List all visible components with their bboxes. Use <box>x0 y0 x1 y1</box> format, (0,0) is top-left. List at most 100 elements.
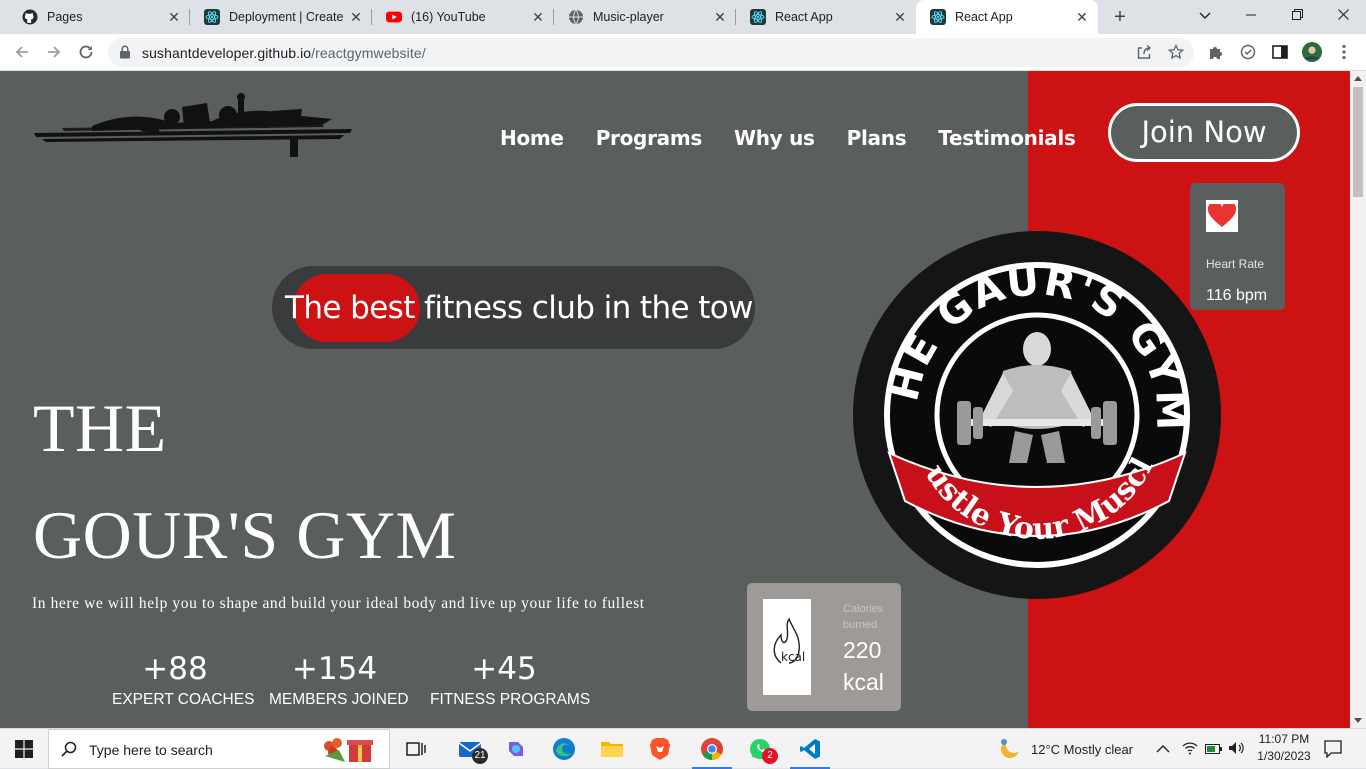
windows-taskbar: Type here to search 21 2 12°C Mostly cle… <box>0 728 1366 769</box>
task-view-icon[interactable] <box>392 729 440 769</box>
reload-icon[interactable] <box>74 40 98 64</box>
stat-caption: MEMBERS JOINED <box>269 691 409 708</box>
gym-logo-emblem: THE GAUR'S GYM Hustle Your Muscle <box>838 195 1221 599</box>
stat-members-joined: +154 MEMBERS JOINED <box>269 651 409 709</box>
tab-title: Pages <box>47 10 83 24</box>
copilot-app-icon[interactable] <box>492 729 540 769</box>
site-logo[interactable] <box>32 93 354 163</box>
youtube-icon <box>386 9 402 25</box>
taskbar-search-box[interactable]: Type here to search <box>48 729 390 769</box>
hero-title-line1: THE <box>33 390 167 466</box>
vscode-icon[interactable] <box>786 729 834 769</box>
tab-title: Music-player <box>593 10 664 24</box>
close-icon[interactable]: ✕ <box>892 9 908 25</box>
scroll-down-arrow-icon[interactable] <box>1354 718 1362 723</box>
close-icon[interactable]: ✕ <box>348 9 364 25</box>
main-nav: Home Programs Why us Plans Testimonials <box>500 126 1076 150</box>
calories-value: 220 kcal <box>843 637 884 695</box>
nav-why-us[interactable]: Why us <box>734 126 815 150</box>
tab-pages[interactable]: Pages ✕ <box>8 0 190 34</box>
clock-date[interactable]: 1/30/2023 <box>1255 749 1313 763</box>
tab-react-app-1[interactable]: React App ✕ <box>736 0 916 34</box>
react-icon <box>750 9 766 25</box>
tab-title: (16) YouTube <box>411 10 486 24</box>
nav-home[interactable]: Home <box>500 126 564 150</box>
scrollbar-thumb[interactable] <box>1353 87 1363 197</box>
share-icon[interactable] <box>1134 42 1154 62</box>
address-bar[interactable]: sushantdeveloper.github.io/reactgymwebsi… <box>108 38 1194 67</box>
tab-title: React App <box>775 10 833 24</box>
new-tab-button[interactable]: + <box>1108 5 1132 29</box>
nav-plans[interactable]: Plans <box>847 126 907 150</box>
tray-overflow-chevron-icon[interactable] <box>1156 741 1170 759</box>
tab-title: React App <box>955 10 1013 24</box>
gift-flowers-icon[interactable] <box>317 734 377 769</box>
close-icon[interactable]: ✕ <box>712 9 728 25</box>
close-window-button[interactable] <box>1320 0 1366 30</box>
whatsapp-icon[interactable]: 2 <box>736 729 784 769</box>
page-viewport: Home Programs Why us Plans Testimonials … <box>0 71 1350 728</box>
stat-caption: FITNESS PROGRAMS <box>430 691 591 708</box>
clock-time[interactable]: 11:07 PM <box>1257 732 1311 746</box>
stat-number: +88 <box>142 651 208 687</box>
tab-react-app-active[interactable]: React App ✕ <box>916 0 1098 34</box>
weather-text[interactable]: 12°C Mostly clear <box>1031 742 1133 757</box>
tab-search-chevron-icon[interactable] <box>1182 0 1228 30</box>
lock-icon[interactable] <box>119 45 133 59</box>
windows-start-button[interactable] <box>0 729 48 769</box>
back-arrow-icon[interactable] <box>10 40 34 64</box>
close-icon[interactable]: ✕ <box>1074 9 1090 25</box>
heart-icon <box>1206 200 1238 232</box>
notification-center-icon[interactable] <box>1324 740 1342 763</box>
hero-badge: The best fitness club in the town <box>272 266 755 349</box>
browser-tab-strip: Pages ✕ Deployment | Create R ✕ (16) You… <box>0 0 1366 34</box>
wifi-icon[interactable] <box>1182 741 1198 760</box>
extensions-puzzle-icon[interactable] <box>1206 42 1226 62</box>
nav-testimonials[interactable]: Testimonials <box>938 126 1076 150</box>
chrome-browser-icon[interactable] <box>688 729 736 769</box>
brave-browser-icon[interactable] <box>636 729 684 769</box>
volume-icon[interactable] <box>1228 741 1246 760</box>
tab-music-player[interactable]: Music-player ✕ <box>554 0 736 34</box>
battery-icon[interactable] <box>1205 742 1223 760</box>
calories-label: Calories burned <box>843 603 884 631</box>
tab-deployment[interactable]: Deployment | Create R ✕ <box>190 0 372 34</box>
browser-toolbar: sushantdeveloper.github.io/reactgymwebsi… <box>0 34 1366 71</box>
stat-expert-coaches: +88 EXPERT COACHES <box>112 651 255 709</box>
nav-programs[interactable]: Programs <box>596 126 703 150</box>
calories-card: kcal Calories burned 220 kcal <box>747 583 901 711</box>
weather-moon-icon[interactable] <box>996 736 1022 767</box>
restore-button[interactable] <box>1274 0 1320 30</box>
whatsapp-unread-count: 2 <box>762 748 778 764</box>
react-icon <box>930 9 946 25</box>
tab-title: Deployment | Create R <box>229 10 347 24</box>
github-icon <box>22 9 38 25</box>
close-icon[interactable]: ✕ <box>530 9 546 25</box>
bookmark-star-icon[interactable] <box>1166 42 1186 62</box>
more-menu-icon[interactable] <box>1334 42 1354 62</box>
page-scrollbar[interactable] <box>1350 71 1366 728</box>
kcal-image-text: kcal <box>781 650 805 664</box>
hero-subtitle: In here we will help you to shape and bu… <box>32 595 645 612</box>
join-now-button[interactable]: Join Now <box>1108 103 1300 162</box>
profile-avatar[interactable] <box>1302 42 1322 62</box>
sync-extension-icon[interactable] <box>1238 42 1258 62</box>
side-panel-icon[interactable] <box>1270 42 1290 62</box>
hero-title-line2: GOUR'S GYM <box>33 497 457 573</box>
url-path: /reactgymwebsite/ <box>311 45 426 61</box>
close-icon[interactable]: ✕ <box>166 9 182 25</box>
tab-youtube[interactable]: (16) YouTube ✕ <box>372 0 554 34</box>
edge-browser-icon[interactable] <box>540 729 588 769</box>
search-placeholder: Type here to search <box>89 742 213 758</box>
globe-icon <box>568 9 584 25</box>
file-explorer-icon[interactable] <box>588 729 636 769</box>
badge-text: The best fitness club in the town <box>285 290 755 326</box>
forward-arrow-icon[interactable] <box>42 40 66 64</box>
mail-app-icon[interactable]: 21 <box>446 729 494 769</box>
scroll-up-arrow-icon[interactable] <box>1354 76 1362 81</box>
mail-unread-count: 21 <box>472 748 488 764</box>
stat-number: +154 <box>291 651 378 687</box>
url-host: sushantdeveloper.github.io <box>142 45 312 61</box>
minimize-button[interactable] <box>1228 0 1274 30</box>
stat-caption: EXPERT COACHES <box>112 691 255 708</box>
